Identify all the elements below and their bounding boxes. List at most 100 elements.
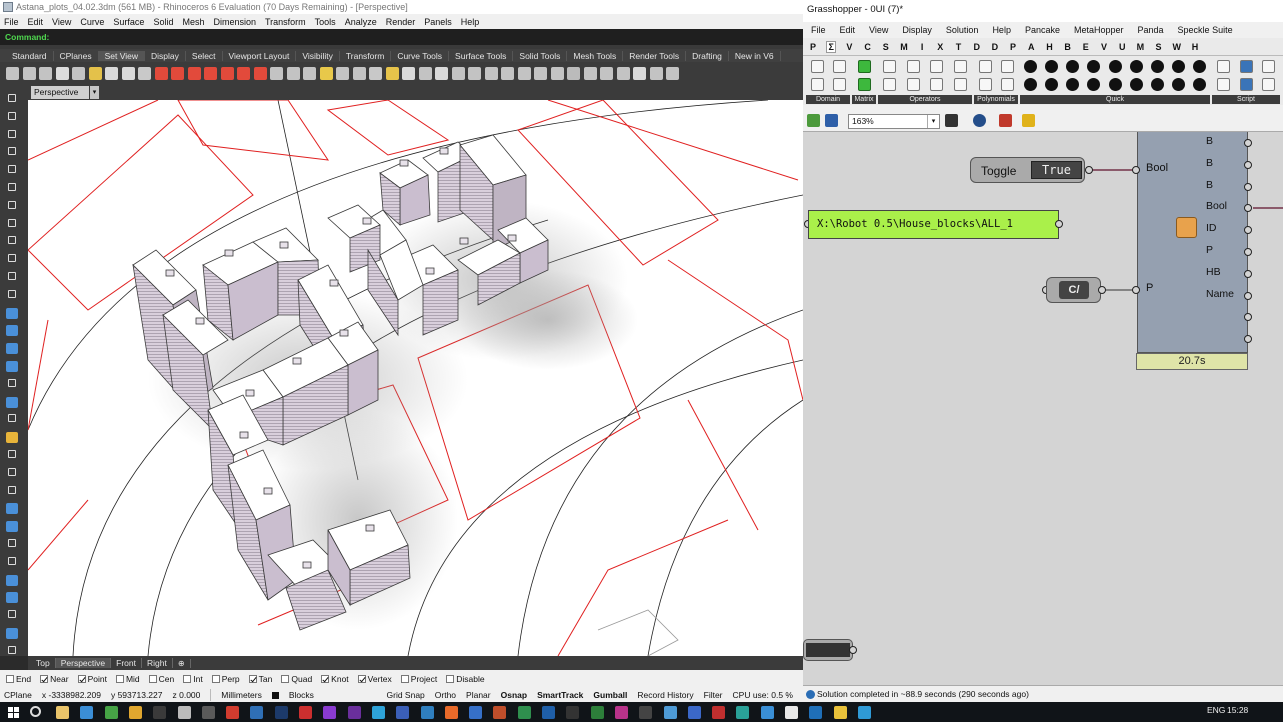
sidebar-tool-icon[interactable] (6, 574, 18, 586)
toolbar-tool-icon[interactable] (187, 66, 201, 80)
perspective-viewport[interactable] (28, 100, 803, 656)
toolbar-tab[interactable]: Curve Tools (391, 50, 450, 61)
gh-category-tab[interactable]: D (990, 42, 1000, 52)
osnap-point[interactable]: Point (77, 674, 107, 684)
sidebar-tool-icon[interactable] (8, 556, 16, 565)
component-icon[interactable] (1045, 60, 1059, 73)
taskbar-app-icon[interactable] (663, 706, 677, 719)
toolbar-tool-icon[interactable] (501, 66, 514, 80)
sidebar-tool-icon[interactable] (8, 236, 16, 245)
taskbar-app-icon[interactable] (299, 706, 312, 719)
gh-category-tab[interactable]: B (1063, 42, 1073, 52)
osnap-project[interactable]: Project (400, 674, 437, 684)
sidebar-tool-icon[interactable] (8, 183, 16, 191)
component-icon[interactable] (1087, 60, 1101, 73)
menu-item[interactable]: Surface (113, 17, 144, 27)
gh-category-tab[interactable]: U (1117, 42, 1127, 52)
toolbar-tab[interactable]: Mesh Tools (567, 50, 624, 61)
taskbar-app-icon[interactable] (542, 706, 555, 719)
checkbox-icon[interactable] (77, 674, 86, 683)
component-icon[interactable] (1045, 78, 1059, 91)
taskbar-app-icon[interactable] (80, 706, 94, 719)
sidebar-tool-icon[interactable] (8, 254, 16, 263)
sidebar-tool-icon[interactable] (8, 539, 16, 547)
menu-item[interactable]: Dimension (213, 17, 256, 27)
sidebar-tool-icon[interactable] (6, 628, 18, 639)
save-file-icon[interactable] (825, 114, 838, 127)
toolbar-tab[interactable]: Display (145, 50, 186, 61)
menu-item[interactable]: Curve (80, 17, 104, 27)
taskbar-app-icon[interactable] (201, 706, 215, 719)
taskbar-app-icon[interactable] (226, 706, 240, 719)
taskbar-app-icon[interactable] (639, 706, 653, 719)
taskbar-app-icon[interactable] (493, 706, 507, 719)
taskbar-app-icon[interactable] (153, 706, 167, 719)
sidebar-tool-icon[interactable] (8, 467, 16, 476)
gh-menu-item[interactable]: Edit (840, 25, 856, 35)
component-icon[interactable] (1000, 60, 1014, 73)
gh-menu-item[interactable]: Pancake (1025, 25, 1060, 35)
component-icon[interactable] (832, 78, 846, 91)
sidebar-tool-icon[interactable] (6, 307, 18, 319)
component-icon[interactable] (832, 60, 846, 73)
gh-category-tab[interactable]: P (808, 42, 818, 52)
toolbar-tool-icon[interactable] (468, 66, 481, 80)
osnap-mid[interactable]: Mid (115, 674, 140, 684)
sidebar-tool-icon[interactable] (8, 610, 16, 619)
checkbox-icon[interactable] (248, 674, 257, 683)
gh-canvas[interactable]: Toggle True X:\Robot 0.5\House_blocks\AL… (803, 132, 1283, 685)
status-toggle[interactable]: Osnap (501, 690, 527, 700)
status-toggle[interactable]: Ortho (435, 690, 456, 700)
checkbox-icon[interactable] (211, 674, 220, 683)
sidebar-tool-icon[interactable] (8, 129, 16, 138)
toolbar-tool-icon[interactable] (352, 66, 366, 80)
gh-menu-item[interactable]: Help (992, 25, 1011, 35)
toolbar-tab[interactable]: Visibility (296, 50, 340, 61)
toolbar-tab[interactable]: Set View (98, 50, 146, 61)
toolbar-tool-icon[interactable] (402, 66, 415, 80)
checkbox-icon[interactable] (281, 674, 290, 683)
component-icon[interactable] (906, 60, 920, 73)
gh-category-tab[interactable]: H (1044, 42, 1054, 52)
osnap-knot[interactable]: Knot (321, 674, 349, 684)
sketch-pen-icon[interactable] (999, 114, 1012, 127)
taskbar-app-icon[interactable] (687, 706, 701, 719)
sidebar-tool-icon[interactable] (8, 450, 16, 458)
component-icon[interactable] (1239, 60, 1253, 73)
component-icon[interactable] (978, 78, 992, 91)
toolbar-tool-icon[interactable] (39, 66, 52, 80)
gh-category-tab[interactable]: P (1008, 42, 1018, 52)
menu-item[interactable]: Solid (153, 17, 173, 27)
taskbar-app-icon[interactable] (760, 706, 774, 719)
taskbar-app-icon[interactable] (444, 706, 458, 719)
component-icon[interactable] (810, 60, 824, 73)
toolbar-tab[interactable]: Surface Tools (449, 50, 514, 61)
status-toggle[interactable]: Record History (637, 690, 693, 700)
toolbar-tool-icon[interactable] (204, 66, 217, 80)
bake-bucket-icon[interactable] (1022, 114, 1035, 127)
gh-category-tab[interactable]: W (1172, 42, 1182, 52)
menu-item[interactable]: Transform (265, 17, 306, 27)
osnap-perp[interactable]: Perp (211, 674, 240, 684)
cplane-label[interactable]: CPlane (4, 690, 32, 700)
toolbar-tool-icon[interactable] (435, 66, 448, 80)
taskbar-app-icon[interactable] (420, 706, 434, 719)
status-toggle[interactable]: Filter (704, 690, 723, 700)
taskbar-app-icon[interactable] (469, 706, 483, 719)
menu-item[interactable]: File (4, 17, 19, 27)
component-icon[interactable] (1024, 60, 1038, 73)
taskbar-app-icon[interactable] (250, 706, 264, 719)
boolean-toggle[interactable]: Toggle True (970, 157, 1085, 183)
taskbar-app-icon[interactable] (56, 706, 69, 719)
component-icon[interactable] (1171, 78, 1185, 91)
taskbar-app-icon[interactable] (785, 706, 798, 719)
osnap-cen[interactable]: Cen (148, 674, 174, 684)
toolbar-tab[interactable]: CPlanes (54, 50, 99, 61)
component-icon[interactable] (1000, 78, 1014, 91)
offscreen-output-port[interactable] (849, 646, 857, 654)
component-icon[interactable] (953, 78, 967, 91)
toolbar-tool-icon[interactable] (88, 66, 102, 80)
component-icon[interactable] (1087, 78, 1101, 91)
taskbar-app-icon[interactable] (128, 706, 142, 719)
toolbar-tool-icon[interactable] (72, 66, 85, 80)
